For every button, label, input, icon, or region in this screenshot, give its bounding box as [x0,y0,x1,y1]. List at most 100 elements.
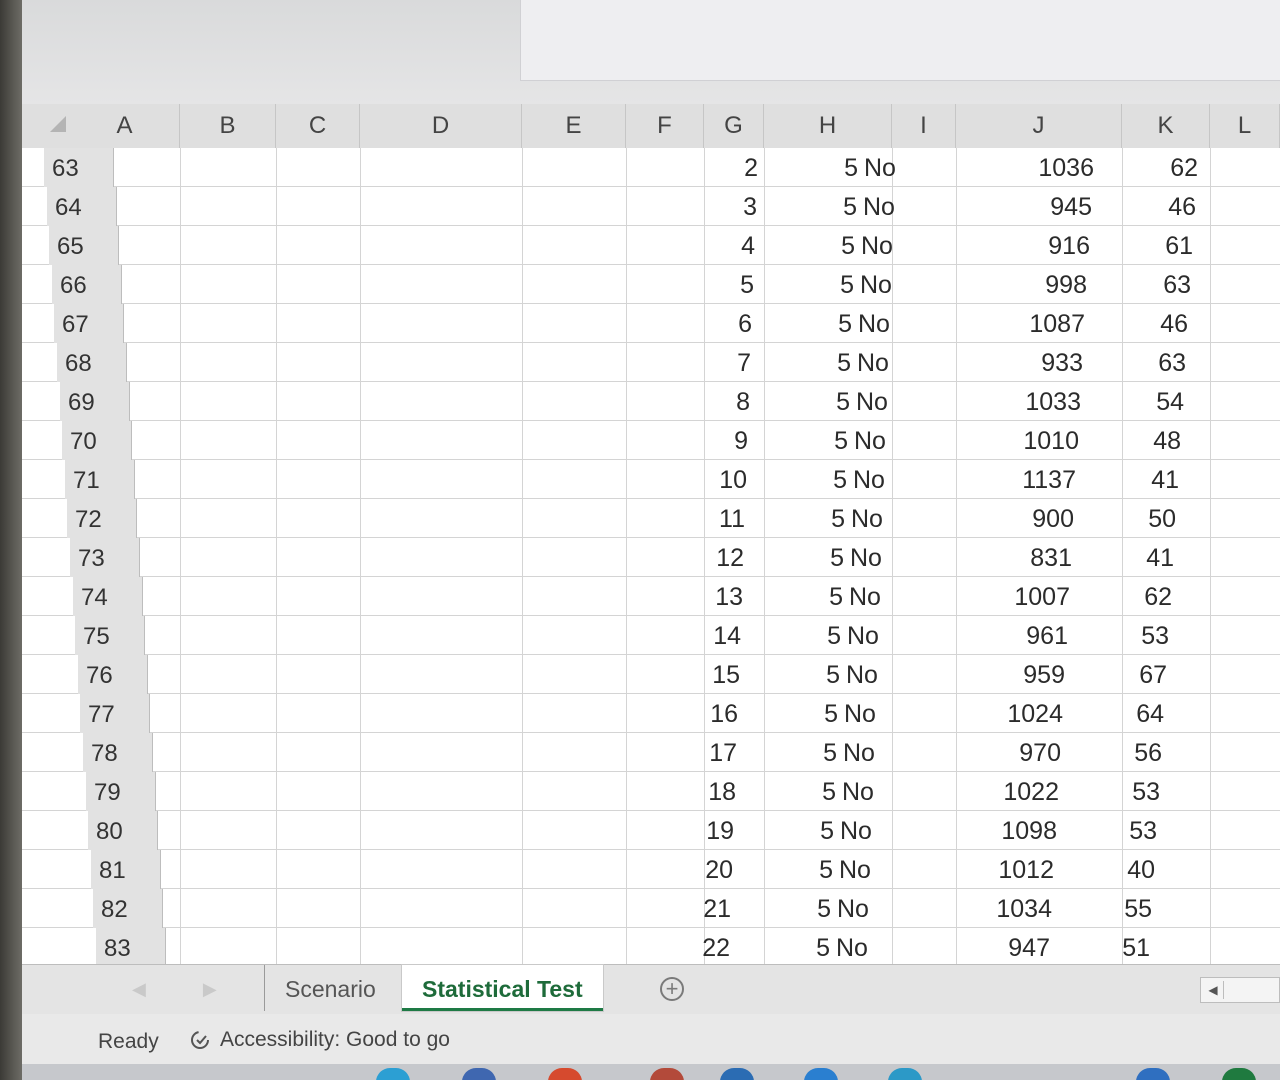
column-header-c[interactable]: C [276,104,360,148]
row-header[interactable]: 78 [83,733,153,772]
cell-h[interactable]: 5 [798,811,834,850]
cell-j[interactable]: 1012 [942,850,1054,889]
row-header[interactable]: 67 [54,304,124,343]
cell-k[interactable]: 53 [1081,811,1157,850]
cell-g[interactable]: 13 [693,577,743,616]
row-header[interactable]: 70 [62,421,132,460]
cell-k[interactable]: 67 [1091,655,1167,694]
row-header[interactable]: 83 [96,928,166,964]
cell-i[interactable]: No [864,148,924,187]
cell-i[interactable]: No [853,460,913,499]
cell-h[interactable]: 5 [816,304,852,343]
cell-i[interactable]: No [836,928,896,964]
cell-h[interactable]: 5 [797,850,833,889]
row-header[interactable]: 73 [70,538,140,577]
cell-i[interactable]: No [863,187,923,226]
cell-k[interactable]: 53 [1084,772,1160,811]
cell-h[interactable]: 5 [805,616,841,655]
cell-i[interactable]: No [861,226,921,265]
cell-i[interactable]: No [843,733,903,772]
cell-grid[interactable]: 63 2 5 No 1036 62 64 3 5 No 945 46 65 4 5 No 916 61 66 5 5 No… [22,148,1280,964]
cell-g[interactable]: 14 [691,616,741,655]
taskbar-app-icon[interactable] [650,1068,684,1080]
cell-k[interactable]: 63 [1110,343,1186,382]
cell-i[interactable]: No [849,577,909,616]
row-header[interactable]: 80 [88,811,158,850]
cell-i[interactable]: No [854,421,914,460]
row-header[interactable]: 66 [52,265,122,304]
cell-j[interactable]: 900 [962,499,1074,538]
cell-g[interactable]: 21 [681,889,731,928]
cell-g[interactable]: 5 [704,265,754,304]
column-header-g[interactable]: G [704,104,764,148]
cell-j[interactable]: 1087 [973,304,1085,343]
taskbar-app-icon[interactable] [804,1068,838,1080]
tab-scenario[interactable]: Scenario [264,965,396,1011]
cell-h[interactable]: 5 [819,226,855,265]
cell-k[interactable]: 46 [1112,304,1188,343]
cell-j[interactable]: 959 [953,655,1065,694]
cell-j[interactable]: 933 [971,343,1083,382]
taskbar-app-icon[interactable] [720,1068,754,1080]
column-header-h[interactable]: H [764,104,892,148]
add-sheet-icon[interactable]: + [660,977,684,1001]
cell-j[interactable]: 970 [949,733,1061,772]
cell-j[interactable]: 1022 [947,772,1059,811]
cell-j[interactable]: 1024 [951,694,1063,733]
cell-i[interactable]: No [851,499,911,538]
cell-g[interactable]: 11 [695,499,745,538]
row-header[interactable]: 81 [91,850,161,889]
row-header[interactable]: 69 [60,382,130,421]
row-header[interactable]: 71 [65,460,135,499]
cell-j[interactable]: 961 [956,616,1068,655]
cell-i[interactable]: No [847,616,907,655]
cell-k[interactable]: 40 [1079,850,1155,889]
cell-h[interactable]: 5 [822,148,858,187]
cell-i[interactable]: No [846,655,906,694]
cell-j[interactable]: 1007 [958,577,1070,616]
cell-i[interactable]: No [844,694,904,733]
cell-k[interactable]: 64 [1088,694,1164,733]
cell-h[interactable]: 5 [800,772,836,811]
cell-k[interactable]: 41 [1103,460,1179,499]
taskbar-app-icon[interactable] [548,1068,582,1080]
cell-i[interactable]: No [858,304,918,343]
cell-g[interactable]: 7 [701,343,751,382]
column-header-d[interactable]: D [360,104,522,148]
horizontal-scrollbar[interactable]: ◀ [1200,977,1280,1003]
column-header-a[interactable]: A [70,104,180,148]
cell-g[interactable]: 17 [687,733,737,772]
cell-h[interactable]: 5 [818,265,854,304]
taskbar-app-icon[interactable] [888,1068,922,1080]
cell-k[interactable]: 50 [1100,499,1176,538]
cell-g[interactable]: 8 [700,382,750,421]
cell-g[interactable]: 3 [707,187,757,226]
cell-k[interactable]: 53 [1093,616,1169,655]
cell-g[interactable]: 4 [705,226,755,265]
cell-i[interactable]: No [837,889,897,928]
cell-g[interactable]: 15 [690,655,740,694]
cell-k[interactable]: 62 [1096,577,1172,616]
cell-k[interactable]: 61 [1117,226,1193,265]
column-header-i[interactable]: I [892,104,956,148]
row-header[interactable]: 79 [86,772,156,811]
cell-g[interactable]: 2 [708,148,758,187]
column-header-b[interactable]: B [180,104,276,148]
cell-g[interactable]: 20 [683,850,733,889]
cell-k[interactable]: 41 [1098,538,1174,577]
cell-h[interactable]: 5 [812,421,848,460]
cell-i[interactable]: No [839,850,899,889]
cell-h[interactable]: 5 [804,655,840,694]
cell-g[interactable]: 19 [684,811,734,850]
cell-j[interactable]: 1034 [940,889,1052,928]
cell-i[interactable]: No [840,811,900,850]
cell-j[interactable]: 831 [960,538,1072,577]
taskbar-app-icon[interactable] [376,1068,410,1080]
cell-j[interactable]: 1137 [964,460,1076,499]
cell-i[interactable]: No [857,343,917,382]
cell-h[interactable]: 5 [807,577,843,616]
cell-j[interactable]: 1010 [967,421,1079,460]
cell-g[interactable]: 10 [697,460,747,499]
cell-g[interactable]: 12 [694,538,744,577]
column-header-e[interactable]: E [522,104,626,148]
